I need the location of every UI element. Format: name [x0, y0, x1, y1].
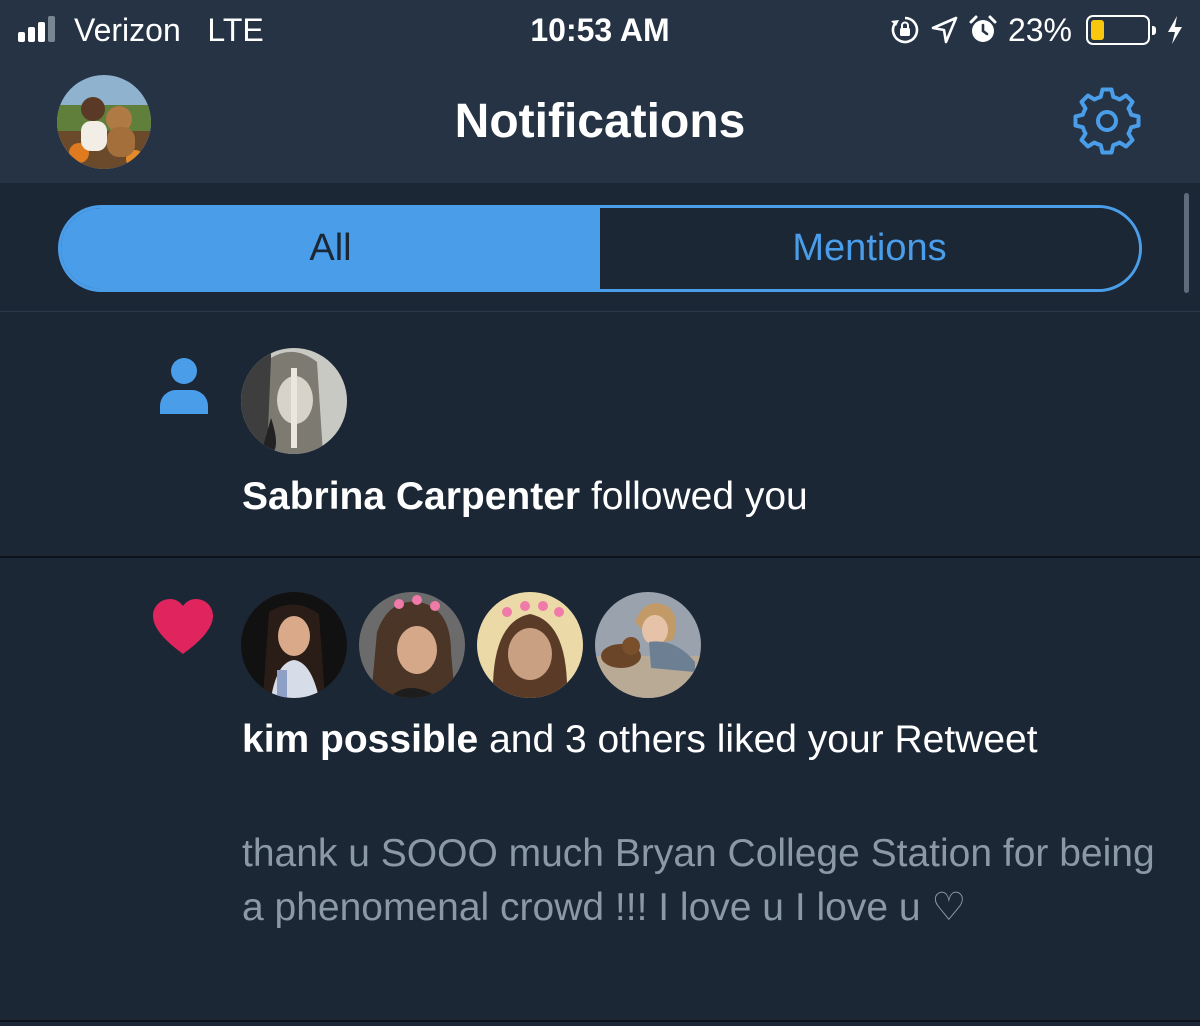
battery-percent: 23%	[1007, 12, 1072, 48]
avatar-photo	[359, 592, 465, 698]
alarm-icon	[969, 15, 997, 42]
notification-actor[interactable]: kim possible	[242, 718, 478, 761]
avatar[interactable]	[477, 592, 583, 698]
avatar[interactable]	[595, 592, 701, 698]
avatar-photo	[241, 592, 347, 698]
avatar-photo	[595, 592, 701, 698]
tab-mentions[interactable]: Mentions	[600, 208, 1139, 289]
divider	[0, 1020, 1200, 1022]
location-arrow-icon	[931, 16, 958, 44]
avatar[interactable]	[359, 592, 465, 698]
notification-action: and 3 others liked your Retweet	[478, 718, 1038, 761]
notification-action: followed you	[580, 475, 808, 518]
avatar-row	[241, 592, 701, 698]
status-bar: Verizon LTE 10:53 AM 23%	[0, 0, 1200, 60]
scrollbar[interactable]	[1184, 193, 1189, 293]
rotation-lock-icon	[890, 16, 919, 44]
nav-bar: Notifications	[0, 60, 1200, 183]
gear-icon[interactable]	[1073, 87, 1141, 155]
avatar-photo	[241, 348, 347, 454]
status-right-group: 23%	[890, 10, 1184, 50]
notification-text: kim possible and 3 others liked your Ret…	[242, 713, 1152, 767]
page-title: Notifications	[454, 95, 746, 148]
tab-all[interactable]: All	[61, 208, 600, 289]
notifications-filter: All Mentions	[58, 205, 1142, 292]
avatar-photo	[477, 592, 583, 698]
notification-text: Sabrina Carpenter followed you	[242, 470, 1152, 524]
battery-fill	[1091, 20, 1104, 40]
notification-tweet-text[interactable]: thank u SOOO much Bryan College Station …	[242, 827, 1162, 935]
heart-icon	[153, 599, 213, 654]
avatar[interactable]	[241, 348, 347, 454]
person-icon	[160, 358, 208, 414]
top-bar: Verizon LTE 10:53 AM 23% Notifications	[0, 0, 1200, 183]
charging-bolt-icon	[1168, 16, 1182, 44]
notification-actor[interactable]: Sabrina Carpenter	[242, 475, 580, 518]
notification-follow[interactable]: Sabrina Carpenter followed you	[0, 312, 1200, 556]
battery-icon	[1086, 15, 1156, 45]
notification-like[interactable]: kim possible and 3 others liked your Ret…	[0, 558, 1200, 1020]
avatar-row	[241, 348, 347, 454]
avatar[interactable]	[241, 592, 347, 698]
